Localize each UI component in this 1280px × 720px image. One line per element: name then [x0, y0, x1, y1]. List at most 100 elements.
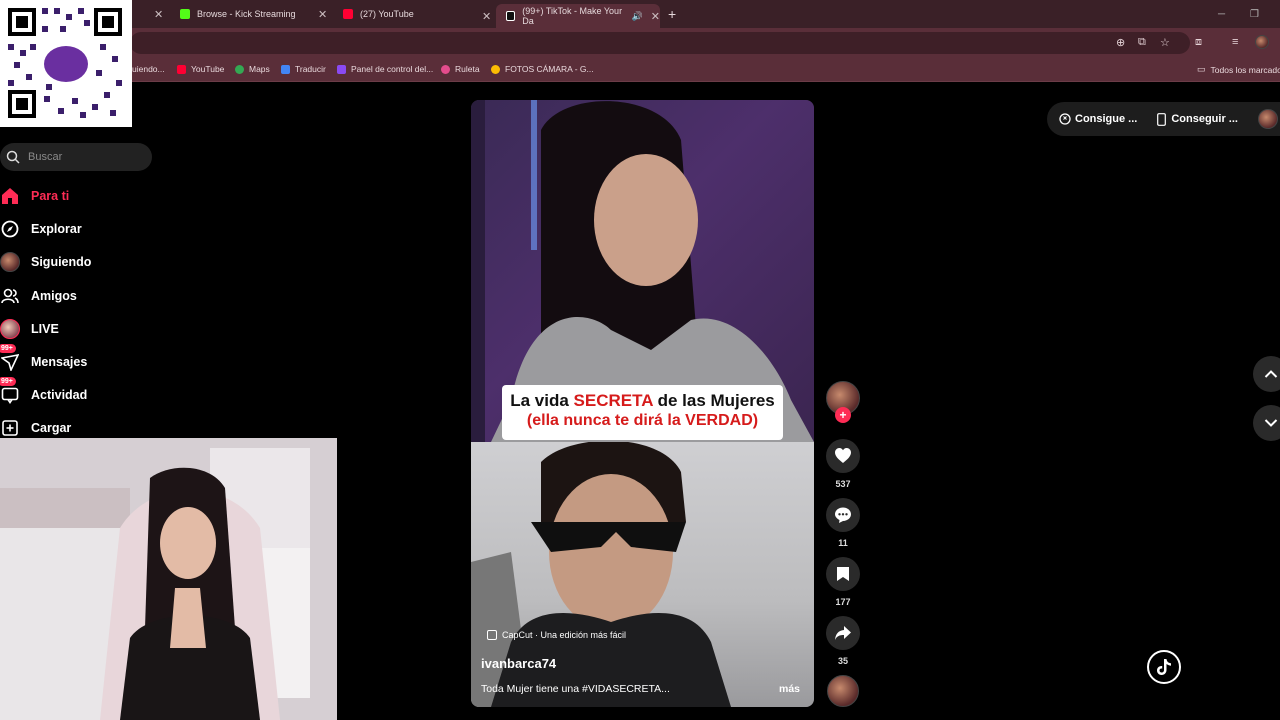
new-tab-button[interactable]: +	[668, 4, 676, 24]
bookmark-item[interactable]: Panel de control del...	[337, 64, 433, 74]
chevron-up-icon	[1264, 370, 1278, 378]
restore-icon[interactable]: ❐	[1250, 4, 1259, 24]
profile-avatar[interactable]	[1257, 109, 1278, 129]
bookmark-label: FOTOS CÁMARA - G...	[505, 64, 594, 74]
home-icon	[0, 186, 20, 206]
caption-text: La vida	[510, 391, 574, 410]
caption-highlight: SECRETA	[573, 391, 653, 410]
sidebar-item-actividad[interactable]: 99+ Actividad	[0, 377, 88, 407]
search-placeholder: Buscar	[28, 151, 63, 163]
like-button[interactable]: 537	[826, 439, 860, 489]
roulette-icon	[441, 64, 450, 74]
tiktok-icon	[1157, 659, 1171, 675]
tiktok-icon	[506, 11, 516, 21]
share-count: 35	[837, 656, 848, 666]
video-player[interactable]: La vida SECRETA de las Mujeres (ella nun…	[471, 100, 814, 707]
compass-icon	[0, 219, 20, 239]
close-icon[interactable]: ✕	[154, 8, 163, 21]
next-video-button[interactable]	[1253, 405, 1280, 441]
sidebar-item-label: Actividad	[31, 388, 88, 402]
sidebar-item-label: Amigos	[31, 289, 77, 303]
close-icon[interactable]: ✕	[651, 10, 660, 23]
avatar-icon	[0, 252, 20, 272]
bookmark-item[interactable]: FOTOS CÁMARA - G...	[491, 64, 594, 74]
zoom-icon[interactable]: ⊕	[1116, 36, 1125, 49]
messages-icon: 99+	[0, 344, 20, 372]
heart-icon	[826, 439, 860, 473]
tab-youtube[interactable]: ✕ (27) YouTube	[318, 4, 414, 24]
sidebar-item-label: Cargar	[31, 421, 72, 435]
search-icon	[6, 150, 20, 164]
sidebar-item-cargar[interactable]: Cargar	[0, 416, 71, 440]
share-icon	[826, 616, 860, 650]
get-app-button[interactable]: Conseguir ...	[1157, 112, 1238, 126]
video-description: Toda Mujer tiene una #VIDASECRETA...	[481, 683, 670, 695]
previous-video-button[interactable]	[1253, 356, 1280, 392]
close-icon[interactable]: ✕	[482, 10, 491, 23]
sidebar-item-label: LIVE	[31, 322, 59, 336]
bookmarks-bar: uiendo... YouTube Maps Traducir Panel de…	[0, 58, 1280, 82]
author-avatar[interactable]: +	[826, 381, 860, 423]
capcut-icon	[487, 630, 497, 640]
follow-plus-icon[interactable]: +	[835, 407, 851, 423]
live-avatar-icon	[0, 319, 20, 339]
tab-tiktok[interactable]: ✕ (99+) TikTok - Make Your Da 🔊 ✕	[482, 4, 660, 28]
media-icon[interactable]: ≡	[1232, 36, 1238, 48]
close-icon[interactable]: ✕	[318, 8, 327, 21]
bookmark-item[interactable]: Maps	[235, 64, 270, 74]
tiktok-logo-icon[interactable]	[1147, 650, 1181, 684]
video-author[interactable]: ivanbarca74	[481, 656, 556, 671]
extensions-icon[interactable]: ⧈	[1195, 36, 1202, 49]
comment-button[interactable]: 11	[826, 498, 860, 548]
tab-kick[interactable]: ✕ Browse - Kick Streaming	[154, 4, 296, 24]
bookmark-label: Todos los marcado	[1210, 64, 1280, 75]
bookmark-label: uiendo...	[132, 64, 165, 74]
address-bar	[0, 28, 1280, 58]
coin-icon	[1059, 113, 1071, 125]
get-app-label: Conseguir ...	[1171, 113, 1238, 125]
sidebar-item-explorar[interactable]: Explorar	[0, 217, 82, 241]
sidebar-item-siguiendo[interactable]: Siguiendo	[0, 250, 91, 274]
caption-line-1: La vida SECRETA de las Mujeres	[502, 391, 783, 411]
minimize-icon[interactable]: ─	[1218, 4, 1225, 24]
url-field[interactable]	[130, 32, 1190, 54]
kick-icon	[180, 9, 190, 19]
folder-icon: ▭	[1197, 64, 1206, 74]
search-input[interactable]: Buscar	[0, 143, 152, 171]
bookmark-icon	[826, 557, 860, 591]
youtube-icon	[343, 9, 353, 19]
caption-line-2: (ella nunca te dirá la VERDAD)	[526, 412, 759, 429]
speaker-icon[interactable]: 🔊	[632, 11, 643, 22]
sidebar-item-amigos[interactable]: Amigos	[0, 284, 77, 308]
save-button[interactable]: 177	[826, 557, 860, 607]
bookmark-item[interactable]: Ruleta	[441, 64, 480, 74]
all-bookmarks[interactable]: ▭ Todos los marcado	[1197, 64, 1280, 75]
sidebar-item-live[interactable]: LIVE	[0, 317, 59, 341]
bookmark-item[interactable]: uiendo...	[132, 64, 165, 74]
screen: ✕ Browse - Kick Streaming ✕ (27) YouTube…	[0, 0, 1280, 720]
notification-badge: 99+	[0, 344, 16, 353]
music-disc-icon	[827, 675, 859, 707]
webcam-image	[0, 438, 337, 720]
save-count: 177	[835, 597, 851, 607]
more-button[interactable]: más	[779, 683, 800, 695]
sound-disc[interactable]	[826, 675, 860, 707]
bookmark-item[interactable]: YouTube	[177, 64, 224, 74]
capcut-link[interactable]: CapCut · Una edición más fácil	[487, 630, 626, 640]
video-top-frame: La vida SECRETA de las Mujeres (ella nun…	[471, 100, 814, 442]
get-coins-button[interactable]: Consigue ...	[1059, 113, 1137, 125]
profile-avatar[interactable]	[1255, 35, 1269, 49]
share-button[interactable]: 35	[826, 616, 860, 666]
sidebar-item-mensajes[interactable]: 99+ Mensajes	[0, 344, 87, 374]
star-icon[interactable]: ☆	[1160, 36, 1170, 49]
qr-code	[0, 0, 132, 127]
webcam-overlay	[0, 438, 337, 720]
sidebar-item-para-ti[interactable]: Para ti	[0, 184, 69, 208]
comment-icon	[826, 498, 860, 532]
tab-title: Browse - Kick Streaming	[197, 9, 296, 19]
install-icon[interactable]: ⧉	[1138, 36, 1146, 49]
panel-icon	[337, 64, 346, 74]
bookmark-item[interactable]: Traducir	[281, 64, 326, 74]
sidebar-item-label: Explorar	[31, 222, 82, 236]
upload-icon	[0, 418, 20, 438]
